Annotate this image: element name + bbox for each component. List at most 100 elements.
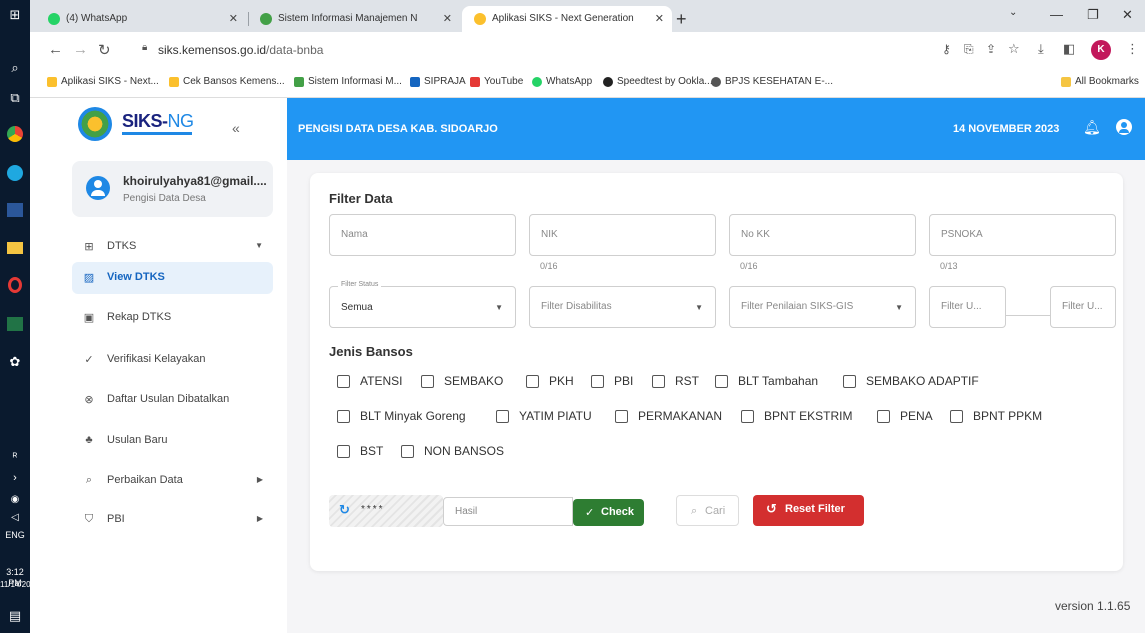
bookmark-item[interactable]: Aplikasi SIKS - Next... [47, 76, 159, 87]
bookmark-star-icon[interactable]: ☆ [1008, 41, 1020, 57]
close-window-icon[interactable]: ✕ [1122, 7, 1133, 23]
checkbox-box[interactable] [421, 375, 434, 388]
bookmark-item[interactable]: BPJS KESEHATAN E-... [711, 76, 833, 87]
side-panel-icon[interactable]: ◧ [1063, 41, 1075, 57]
chevron-up-icon[interactable]: › [5, 468, 25, 488]
profile-avatar[interactable]: K [1091, 40, 1111, 60]
account-icon[interactable] [1116, 119, 1132, 135]
bookmark-item[interactable]: WhatsApp [532, 76, 592, 87]
download-icon[interactable]: ⤓ [1038, 41, 1044, 57]
network-icon[interactable]: ◉ [5, 489, 25, 509]
bookmark-item[interactable]: YouTube [470, 76, 523, 87]
sidebar-item-daftar-usulan[interactable]: ⊗ Daftar Usulan Dibatalkan [72, 384, 273, 416]
opera-icon[interactable] [5, 275, 25, 295]
edge-icon[interactable] [5, 163, 25, 183]
checkbox-box[interactable] [715, 375, 728, 388]
people-icon[interactable]: ᴿ [5, 447, 25, 467]
checkbox-box[interactable] [591, 375, 604, 388]
checkbox-box[interactable] [652, 375, 665, 388]
sidebar-item-perbaikan[interactable]: ⌕ Perbaikan Data ▶ [72, 465, 273, 497]
psnoka-field[interactable]: PSNOKA 0/13 [929, 214, 1116, 271]
checkbox-box[interactable] [950, 410, 963, 423]
reset-filter-button[interactable]: ↺ Reset Filter [753, 495, 864, 526]
restore-icon[interactable]: ❐ [1087, 7, 1099, 23]
excel-icon[interactable] [5, 314, 25, 334]
bell-icon[interactable]: 🔔︎ [1083, 119, 1101, 136]
checkbox-box[interactable] [526, 375, 539, 388]
key-icon[interactable]: ⚷ [942, 42, 951, 56]
app-sidebar: SIKS-NG « khoirulyahya81@gmail.... Pengi… [60, 98, 287, 633]
user-name: khoirulyahya81@gmail.... [123, 174, 267, 188]
menu-icon[interactable]: ⋮ [1126, 41, 1139, 57]
forward-icon[interactable]: → [73, 41, 88, 58]
nama-field[interactable]: Nama [329, 214, 516, 256]
close-icon[interactable]: ✕ [655, 6, 664, 32]
checkbox-box[interactable] [496, 410, 509, 423]
close-icon[interactable]: ✕ [443, 6, 452, 32]
sidebar-item-dtks[interactable]: ⊞ DTKS ▼ [72, 231, 273, 263]
back-icon[interactable]: ← [48, 41, 63, 58]
all-bookmarks[interactable]: All Bookmarks [1061, 76, 1139, 87]
checkbox-box[interactable] [877, 410, 890, 423]
address-bar[interactable]: 🔒︎ siks.kemensos.go.id/data-bnba ⚷ ⎘ ⇪ [130, 37, 1010, 63]
tab-search-icon[interactable]: ⌄ [1009, 7, 1017, 18]
checkbox-box[interactable] [401, 445, 414, 458]
task-view-icon[interactable]: ⧉ [5, 88, 25, 108]
filter-umur-min[interactable]: Filter U... [929, 286, 1006, 328]
header-title: PENGISI DATA DESA KAB. SIDOARJO [298, 123, 498, 135]
checkbox-box[interactable] [843, 375, 856, 388]
sidebar-item-pbi[interactable]: ⛉ PBI ▶ [72, 504, 273, 536]
checkbox-box[interactable] [337, 445, 350, 458]
bookmark-item[interactable]: Speedtest by Ookla... [603, 76, 713, 87]
chrome-icon[interactable] [5, 124, 25, 144]
nokk-field[interactable]: No KK 0/16 [729, 214, 916, 271]
checkbox-box[interactable] [337, 410, 350, 423]
lock-icon[interactable]: 🔒︎ [142, 42, 147, 53]
sidebar-item-view-dtks[interactable]: ▨ View DTKS [72, 262, 273, 294]
bookmark-item[interactable]: SIPRAJA [410, 76, 466, 87]
sidebar-item-usulan-baru[interactable]: ♣ Usulan Baru [72, 425, 273, 457]
tab-siks[interactable]: Aplikasi SIKS - Next Generation ✕ [462, 6, 672, 32]
app-icon[interactable]: ✿ [5, 352, 25, 372]
collapse-sidebar-icon[interactable]: « [232, 120, 240, 136]
bookmark-item[interactable]: Sistem Informasi M... [294, 76, 402, 87]
notifications-icon[interactable]: ▤ [5, 606, 25, 626]
file-explorer-icon[interactable] [5, 238, 25, 258]
install-icon[interactable]: ⎘ [964, 42, 974, 57]
checkbox-box[interactable] [615, 410, 628, 423]
filter-umur-max[interactable]: Filter U... [1050, 286, 1116, 328]
filter-status-select[interactable]: Filter Status Semua ▼ [329, 281, 516, 328]
language-indicator[interactable]: ENG [0, 530, 30, 541]
volume-icon[interactable]: ◁ [5, 507, 25, 527]
siks-logo[interactable]: SIKS-NG « [72, 105, 252, 151]
bookmark-item[interactable]: Cek Bansos Kemens... [169, 76, 285, 87]
url-text[interactable]: siks.kemensos.go.id/data-bnba [158, 43, 323, 57]
tab-whatsapp[interactable]: (4) WhatsApp ✕ [36, 6, 246, 32]
filter-penilaian-select[interactable]: Filter Penilaian SIKS-GIS ▼ [729, 286, 916, 328]
search-icon[interactable]: ⌕ [5, 58, 25, 78]
captcha-code: **** [361, 504, 385, 515]
checkbox-box[interactable] [337, 375, 350, 388]
minimize-icon[interactable]: — [1050, 7, 1063, 22]
close-icon[interactable]: ✕ [229, 6, 238, 32]
word-icon[interactable] [5, 200, 25, 220]
captcha-result-input[interactable]: Hasil [443, 497, 573, 526]
refresh-captcha-icon[interactable]: ↻ [339, 502, 350, 518]
windows-start-icon[interactable]: ⊞ [5, 5, 25, 25]
tab-sim[interactable]: Sistem Informasi Manajemen N ✕ [248, 6, 460, 32]
clock-date[interactable]: 11/14/2023 [0, 579, 39, 590]
sidebar-item-verifikasi[interactable]: ✓ Verifikasi Kelayakan [72, 344, 273, 376]
whatsapp-icon [48, 13, 60, 25]
share-icon[interactable]: ⇪ [986, 42, 996, 56]
filter-disabilitas-select[interactable]: Filter Disabilitas ▼ [529, 286, 716, 328]
caret-down-icon: ▼ [895, 303, 903, 312]
nik-field[interactable]: NIK 0/16 [529, 214, 716, 271]
umur-max-placeholder: Filter U... [1062, 301, 1103, 312]
user-card[interactable]: khoirulyahya81@gmail.... Pengisi Data De… [72, 161, 273, 217]
check-button[interactable]: ✓ Check [573, 499, 644, 526]
reload-icon[interactable]: ↻ [98, 41, 111, 59]
cari-button[interactable]: ⌕ Cari [676, 495, 739, 526]
sidebar-item-rekap-dtks[interactable]: ▣ Rekap DTKS [72, 302, 273, 334]
checkbox-box[interactable] [741, 410, 754, 423]
new-tab-button[interactable]: + [676, 6, 687, 32]
